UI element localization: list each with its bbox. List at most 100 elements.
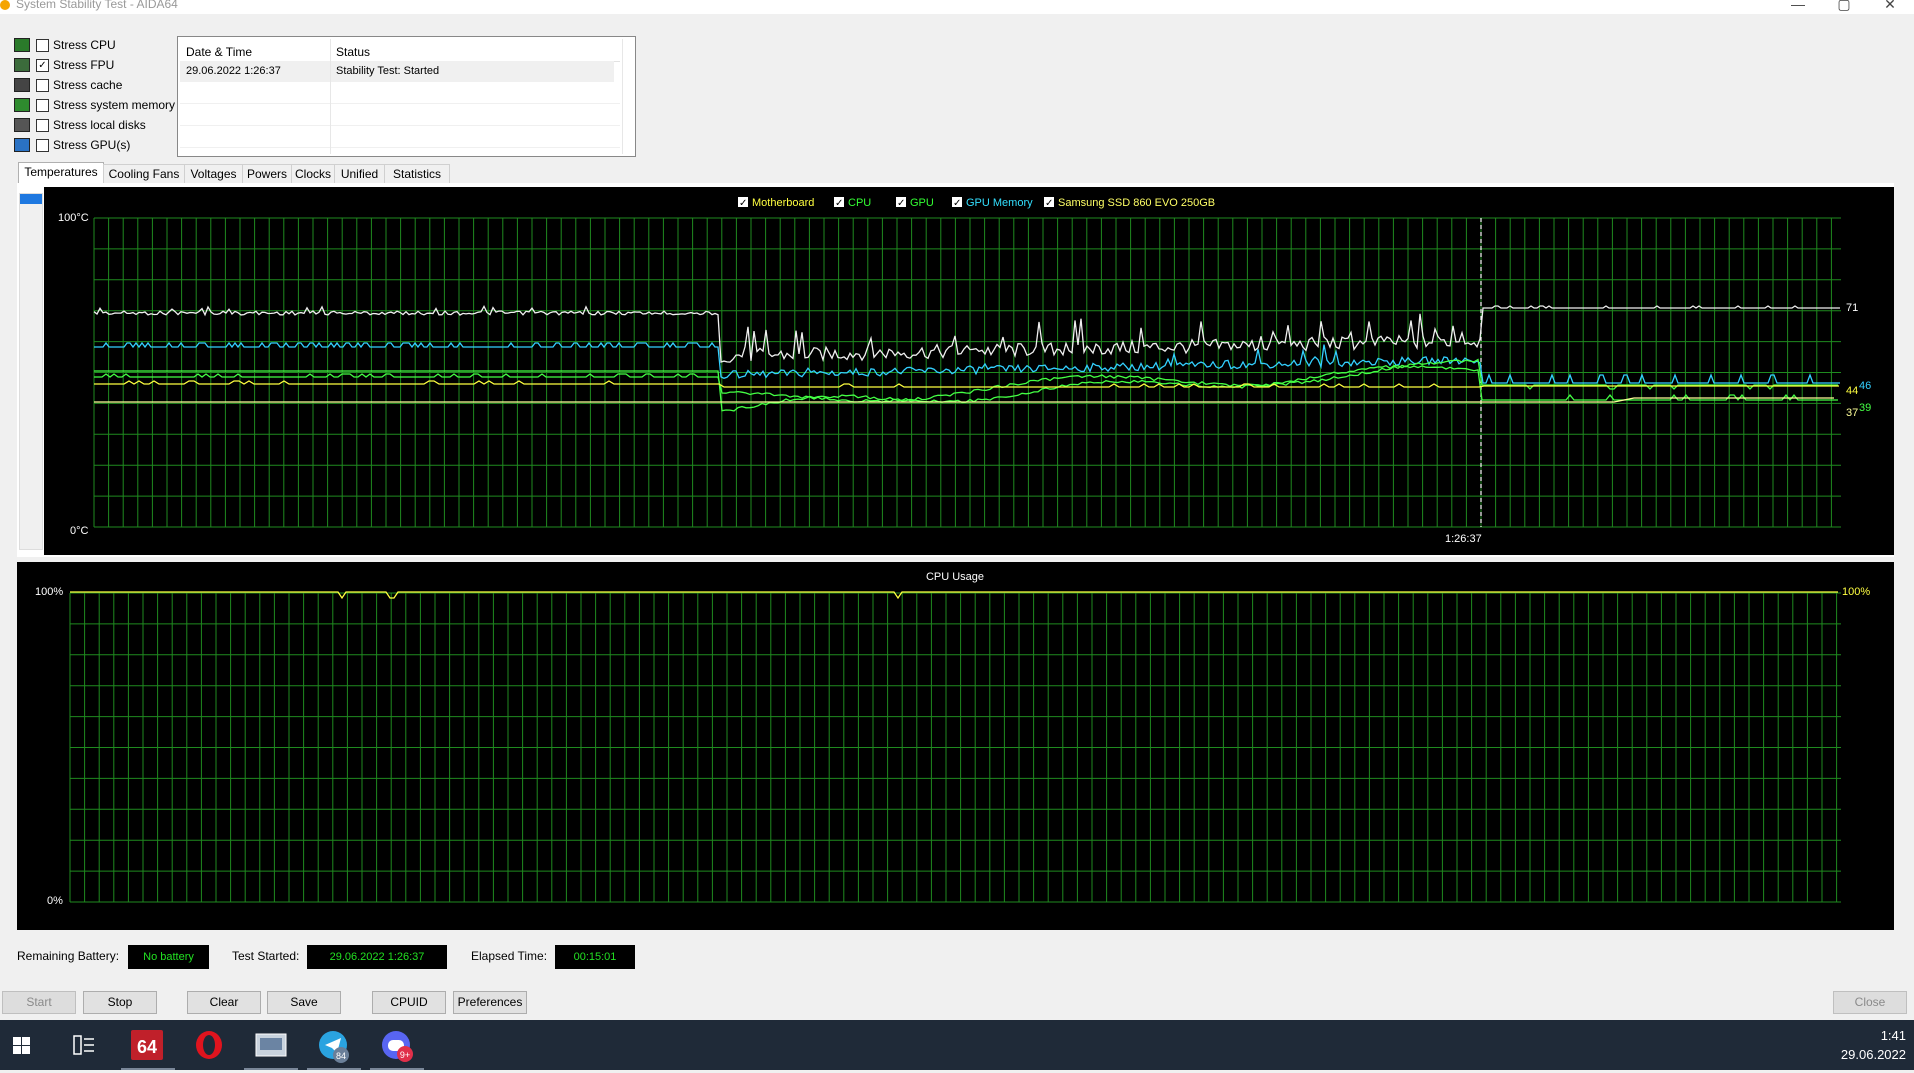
legend-label: Samsung SSD 860 EVO 250GB (1058, 197, 1215, 209)
stress-option-label: Stress CPU (53, 38, 116, 52)
elapsed-time-label: Elapsed Time: (471, 949, 548, 963)
preferences-button[interactable]: Preferences (453, 991, 527, 1014)
cpu-current-value: 100% (1842, 586, 1870, 598)
cpu-chip-icon (14, 38, 30, 52)
battery-label: Remaining Battery: (17, 949, 120, 963)
end-value-44: 44 (1846, 385, 1858, 397)
start-button[interactable]: Start (2, 991, 76, 1014)
memory-stick-icon (14, 98, 30, 112)
series-trace-white (93, 304, 1840, 363)
series-trace-yellow (94, 380, 1839, 388)
cache-icon (14, 78, 30, 92)
taskbar-telegram[interactable]: 84 (303, 1020, 365, 1070)
window-title: System Stability Test - AIDA64 (16, 0, 178, 11)
tab-powers[interactable]: Powers (242, 164, 292, 184)
taskbar: 64 84 9+ 1:41 29.06.2022 (0, 1020, 1914, 1070)
scrollbar-thumb[interactable] (20, 194, 42, 204)
close-window-icon[interactable]: ✕ (1870, 0, 1910, 13)
tab-temperatures[interactable]: Temperatures (18, 162, 104, 185)
fpu-chip-icon (14, 58, 30, 72)
stress-option-label: Stress cache (53, 78, 123, 92)
stress-checkbox[interactable]: ✓ (36, 59, 49, 72)
taskbar-explorer[interactable] (240, 1020, 302, 1070)
header-date-time[interactable]: Date & Time (186, 45, 252, 59)
stress-checkbox[interactable] (36, 79, 49, 92)
end-value-71: 71 (1846, 302, 1858, 314)
taskbar-discord[interactable]: 9+ (366, 1020, 428, 1070)
stress-checkbox[interactable] (36, 39, 49, 52)
legend-label: GPU (910, 197, 934, 209)
end-value-37: 37 (1846, 407, 1858, 419)
discord-badge: 9+ (400, 1050, 410, 1060)
legend-check-mark: ✓ (835, 198, 843, 209)
sensor-list-scrollbar[interactable] (19, 193, 43, 550)
stress-checkbox[interactable] (36, 119, 49, 132)
clock-date: 29.06.2022 (1840, 1047, 1906, 1062)
system-clock[interactable]: 1:41 29.06.2022 (1841, 1026, 1906, 1064)
elapsed-time-value: 00:15:01 (555, 945, 635, 969)
save-button[interactable]: Save (267, 991, 341, 1014)
header-status[interactable]: Status (336, 45, 370, 59)
test-started-value: 29.06.2022 1:26:37 (307, 945, 447, 969)
row-status: Stability Test: Started (336, 65, 440, 77)
table-row (180, 105, 620, 126)
status-table-header: Date & Time Status (180, 39, 620, 62)
test-start-marker-time: 1:26:37 (1445, 533, 1482, 545)
stress-option-label: Stress local disks (53, 118, 146, 132)
end-value-46: 46 (1859, 380, 1871, 392)
start-button-taskbar[interactable] (0, 1020, 62, 1070)
aida64-icon-label: 64 (137, 1037, 157, 1057)
legend-check-mark: ✓ (1045, 198, 1053, 209)
opera-icon (196, 1031, 222, 1059)
battery-value: No battery (128, 945, 209, 969)
cpu-usage-grid (69, 592, 1841, 903)
cpuid-button[interactable]: CPUID (372, 991, 446, 1014)
test-started-label: Test Started: (232, 949, 300, 963)
clear-button[interactable]: Clear (187, 991, 261, 1014)
temperature-legend: ✓ Motherboard ✓ CPU ✓ GPU ✓ GPU Memory ✓ Samsung … (738, 197, 1215, 209)
cpu-usage-title: CPU Usage (926, 571, 984, 583)
tab-unified[interactable]: Unified (334, 164, 385, 184)
hard-disk-icon (14, 118, 30, 132)
task-view-button[interactable] (62, 1020, 124, 1070)
stress-option-label: Stress GPU(s) (53, 138, 131, 152)
status-log-table: Date & Time Status 29.06.2022 1:26:37 St… (177, 36, 636, 157)
aida64-icon: 64 (131, 1030, 163, 1060)
start-icon (13, 1037, 30, 1054)
aida64-app-icon (0, 0, 10, 10)
column-divider (622, 39, 623, 154)
cpu-usage-graph: CPU Usage 100% 0% 100% (17, 562, 1894, 930)
clock-time: 1:41 (1880, 1028, 1906, 1043)
table-row[interactable]: 29.06.2022 1:26:37 Stability Test: Start… (180, 61, 614, 82)
telegram-icon: 84 (319, 1031, 349, 1063)
tab-statistics[interactable]: Statistics (384, 164, 450, 184)
stress-checkbox[interactable] (36, 139, 49, 152)
close-button[interactable]: Close (1833, 991, 1907, 1014)
tab-cooling-fans[interactable]: Cooling Fans (103, 164, 185, 184)
temperature-graph: ✓ Motherboard ✓ CPU ✓ GPU ✓ GPU Memory ✓ Samsung … (44, 187, 1894, 555)
tab-clocks[interactable]: Clocks (291, 164, 335, 184)
minimize-icon[interactable]: — (1778, 0, 1818, 12)
title-bar: System Stability Test - AIDA64 — ▢ ✕ (0, 0, 1914, 14)
temp-y-min-label: 0°C (70, 525, 89, 537)
temperature-series (93, 304, 1840, 412)
legend-label: CPU (848, 197, 871, 209)
tab-voltages[interactable]: Voltages (184, 164, 243, 184)
stress-option-label: Stress FPU (53, 58, 115, 72)
legend-check-mark: ✓ (739, 198, 747, 209)
maximize-icon[interactable]: ▢ (1824, 0, 1864, 13)
table-row (180, 127, 620, 148)
task-view-icon (73, 1035, 94, 1055)
stress-checkbox[interactable] (36, 99, 49, 112)
gpu-monitor-icon (14, 138, 30, 152)
explorer-icon (255, 1033, 287, 1057)
series-trace-green (94, 358, 1838, 404)
column-divider (330, 39, 331, 154)
taskbar-aida64[interactable]: 64 (117, 1020, 179, 1070)
taskbar-opera[interactable] (178, 1020, 240, 1070)
stress-option-label: Stress system memory (53, 98, 176, 112)
telegram-badge: 84 (336, 1051, 346, 1061)
cpu-y-max-label: 100% (35, 586, 63, 598)
legend-check-mark: ✓ (897, 198, 905, 209)
stop-button[interactable]: Stop (83, 991, 157, 1014)
